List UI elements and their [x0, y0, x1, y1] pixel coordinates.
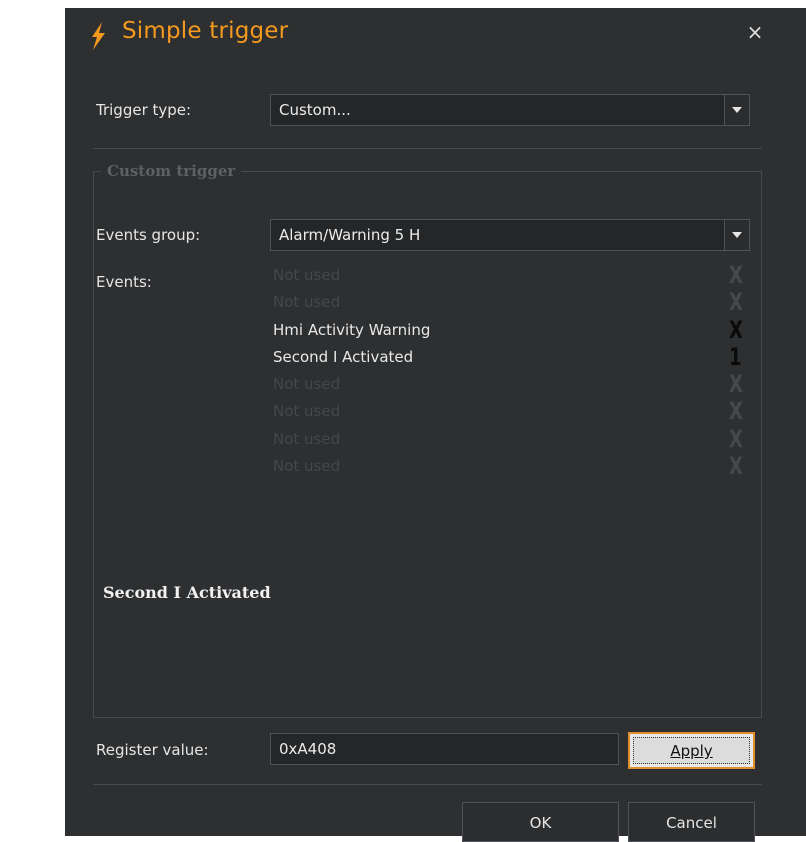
apply-button-label: Apply: [670, 742, 713, 760]
close-icon[interactable]: ×: [741, 18, 769, 46]
event-row[interactable]: Second I Activated 1: [273, 343, 743, 371]
event-row[interactable]: Not used X: [273, 289, 743, 316]
event-name: Not used: [273, 375, 341, 394]
event-toggle-mark[interactable]: X: [729, 453, 743, 480]
ok-button-label: OK: [529, 814, 552, 832]
event-row[interactable]: Not used X: [273, 425, 743, 453]
event-name: Second I Activated: [273, 347, 414, 366]
trigger-type-dropdown[interactable]: Custom...: [270, 94, 750, 126]
trigger-type-value: Custom...: [279, 101, 351, 119]
event-row[interactable]: Not used X: [273, 371, 743, 398]
event-toggle-mark[interactable]: X: [729, 398, 743, 425]
register-value-field[interactable]: [270, 733, 619, 765]
dialog-title: Simple trigger: [122, 18, 289, 44]
top-divider: [93, 148, 762, 149]
event-toggle-mark[interactable]: X: [729, 425, 743, 453]
event-name: Not used: [273, 402, 341, 421]
event-name: Not used: [273, 293, 341, 312]
event-toggle-mark[interactable]: X: [729, 316, 743, 344]
cancel-button-label: Cancel: [666, 814, 717, 832]
event-toggle-mark[interactable]: X: [729, 289, 743, 316]
event-toggle-mark[interactable]: 1: [729, 343, 742, 371]
register-value-label: Register value:: [96, 741, 209, 759]
events-label: Events:: [96, 273, 152, 291]
trigger-type-label: Trigger type:: [96, 101, 192, 119]
chevron-down-icon[interactable]: [724, 220, 749, 250]
event-row[interactable]: Not used X: [273, 453, 743, 480]
event-row[interactable]: Not used X: [273, 262, 743, 289]
events-group-value: Alarm/Warning 5 H: [279, 226, 421, 244]
selected-event-description: Second I Activated: [103, 583, 271, 602]
event-row[interactable]: Not used X: [273, 398, 743, 425]
events-group-dropdown[interactable]: Alarm/Warning 5 H: [270, 219, 750, 251]
lightning-icon: [92, 22, 105, 50]
simple-trigger-dialog: Simple trigger × Trigger type: Custom...…: [65, 8, 806, 842]
event-toggle-mark[interactable]: X: [729, 371, 743, 398]
apply-button[interactable]: Apply: [628, 732, 755, 769]
register-value-input[interactable]: [271, 734, 618, 764]
event-toggle-mark[interactable]: X: [729, 262, 743, 289]
chevron-down-icon[interactable]: [724, 95, 749, 125]
event-name: Not used: [273, 429, 341, 448]
event-name: Not used: [273, 266, 341, 284]
ok-button[interactable]: OK: [462, 802, 619, 842]
custom-trigger-title: Custom trigger: [101, 162, 242, 180]
bottom-divider: [93, 784, 762, 785]
events-group-label: Events group:: [96, 226, 201, 244]
event-name: Not used: [273, 457, 341, 476]
events-list: Not used X Not used X Hmi Activity Warni…: [273, 262, 743, 480]
title-bar: Simple trigger ×: [65, 8, 806, 60]
event-row[interactable]: Hmi Activity Warning X: [273, 316, 743, 344]
cancel-button[interactable]: Cancel: [628, 802, 755, 842]
event-name: Hmi Activity Warning: [273, 320, 431, 339]
